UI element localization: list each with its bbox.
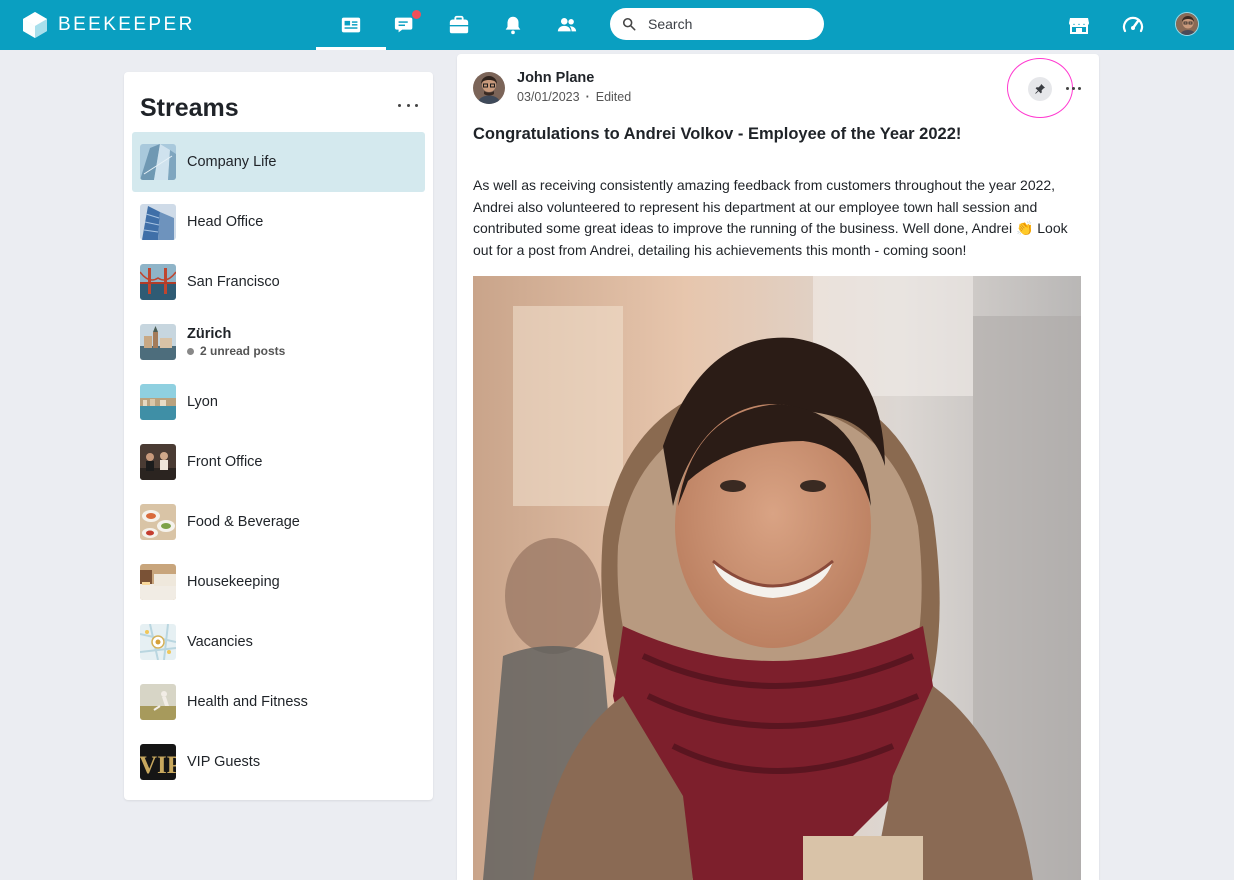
user-avatar-image (1176, 13, 1198, 35)
post-card: John Plane 03/01/2023 · Edited Congratul… (457, 54, 1099, 880)
stream-item-lyon[interactable]: Lyon (132, 372, 425, 432)
streams-more-button[interactable] (398, 98, 418, 112)
stream-name: Company Life (187, 154, 277, 170)
stream-item-vip-guests[interactable]: VIP VIP Guests (132, 732, 425, 792)
stream-thumbnail (140, 144, 176, 180)
nav-people[interactable] (532, 0, 602, 50)
stream-name: Food & Beverage (187, 514, 300, 530)
search-input[interactable] (648, 16, 808, 32)
top-navigation-bar: BEEKEEPER (0, 0, 1234, 50)
search-icon (622, 17, 636, 31)
bell-icon (505, 16, 521, 35)
stream-name: Health and Fitness (187, 694, 308, 710)
meta-separator: · (585, 90, 590, 104)
post-meta: 03/01/2023 · Edited (517, 90, 631, 104)
stream-thumbnail (140, 444, 176, 480)
stream-name: Zürich (187, 326, 232, 342)
edited-label: Edited (595, 90, 632, 104)
stream-thumbnail (140, 684, 176, 720)
stream-thumbnail (140, 504, 176, 540)
stream-thumbnail: VIP (140, 744, 176, 780)
post-more-button[interactable] (1066, 85, 1081, 91)
post-date: 03/01/2023 (517, 90, 580, 104)
stream-name: Lyon (187, 394, 218, 410)
store-icon[interactable] (1067, 13, 1091, 37)
pin-highlight-ring (1007, 58, 1073, 118)
post-photo (473, 276, 1081, 880)
beekeeper-logo-icon (23, 12, 47, 38)
unread-badge (411, 9, 422, 20)
user-avatar[interactable] (1175, 12, 1199, 36)
stream-item-vacancies[interactable]: Vacancies (132, 612, 425, 672)
post-title: Congratulations to Andrei Volkov - Emplo… (473, 125, 962, 143)
author-avatar[interactable] (473, 72, 505, 104)
more-dot-icon (415, 103, 418, 107)
unread-count: 2 unread posts (200, 344, 286, 358)
people-icon (557, 18, 577, 32)
unread-dot-icon (187, 347, 194, 355)
author-name[interactable]: John Plane (517, 70, 594, 86)
toolbox-icon (449, 15, 469, 34)
stream-item-head-office[interactable]: Head Office (132, 192, 425, 252)
stream-thumbnail (140, 384, 176, 420)
stream-thumbnail (140, 564, 176, 600)
stream-item-food-beverage[interactable]: Food & Beverage (132, 492, 425, 552)
stream-item-zurich[interactable]: Zürich 2 unread posts (132, 312, 425, 372)
streams-panel: Streams Company Life Head Office San Fra… (124, 72, 433, 800)
more-dot-icon (1066, 86, 1069, 90)
search-bar[interactable] (610, 8, 824, 40)
stream-item-front-office[interactable]: Front Office (132, 432, 425, 492)
more-dot-icon (1072, 86, 1075, 90)
stream-thumbnail (140, 624, 176, 660)
stream-thumbnail (140, 324, 176, 360)
unread-indicator: 2 unread posts (187, 344, 285, 358)
streams-title: Streams (140, 94, 239, 122)
more-dot-icon (406, 103, 410, 107)
stream-item-housekeeping[interactable]: Housekeeping (132, 552, 425, 612)
more-dot-icon (398, 103, 401, 107)
stream-item-health-fitness[interactable]: Health and Fitness (132, 672, 425, 732)
stream-thumbnail (140, 264, 176, 300)
stream-item-san-francisco[interactable]: San Francisco (132, 252, 425, 312)
stream-list: Company Life Head Office San Francisco Z… (132, 132, 425, 792)
stream-name: San Francisco (187, 274, 280, 290)
author-avatar-image (473, 72, 505, 104)
stream-name: VIP Guests (187, 754, 261, 770)
more-dot-icon (1078, 86, 1081, 90)
app-name: BEEKEEPER (58, 14, 195, 35)
post-body: As well as receiving consistently amazin… (473, 177, 1068, 258)
stream-name: Head Office (187, 214, 264, 230)
svg-text:VIP: VIP (140, 752, 176, 779)
dashboard-gauge-icon[interactable] (1121, 13, 1145, 37)
stream-item-company-life[interactable]: Company Life (132, 132, 425, 192)
stream-name: Vacancies (187, 634, 253, 650)
stream-thumbnail (140, 204, 176, 240)
beekeeper-logo[interactable]: BEEKEEPER (22, 11, 195, 39)
stream-name: Housekeeping (187, 574, 280, 590)
stream-name: Front Office (187, 454, 263, 470)
news-feed-icon (341, 17, 361, 33)
post-image[interactable] (473, 276, 1081, 880)
